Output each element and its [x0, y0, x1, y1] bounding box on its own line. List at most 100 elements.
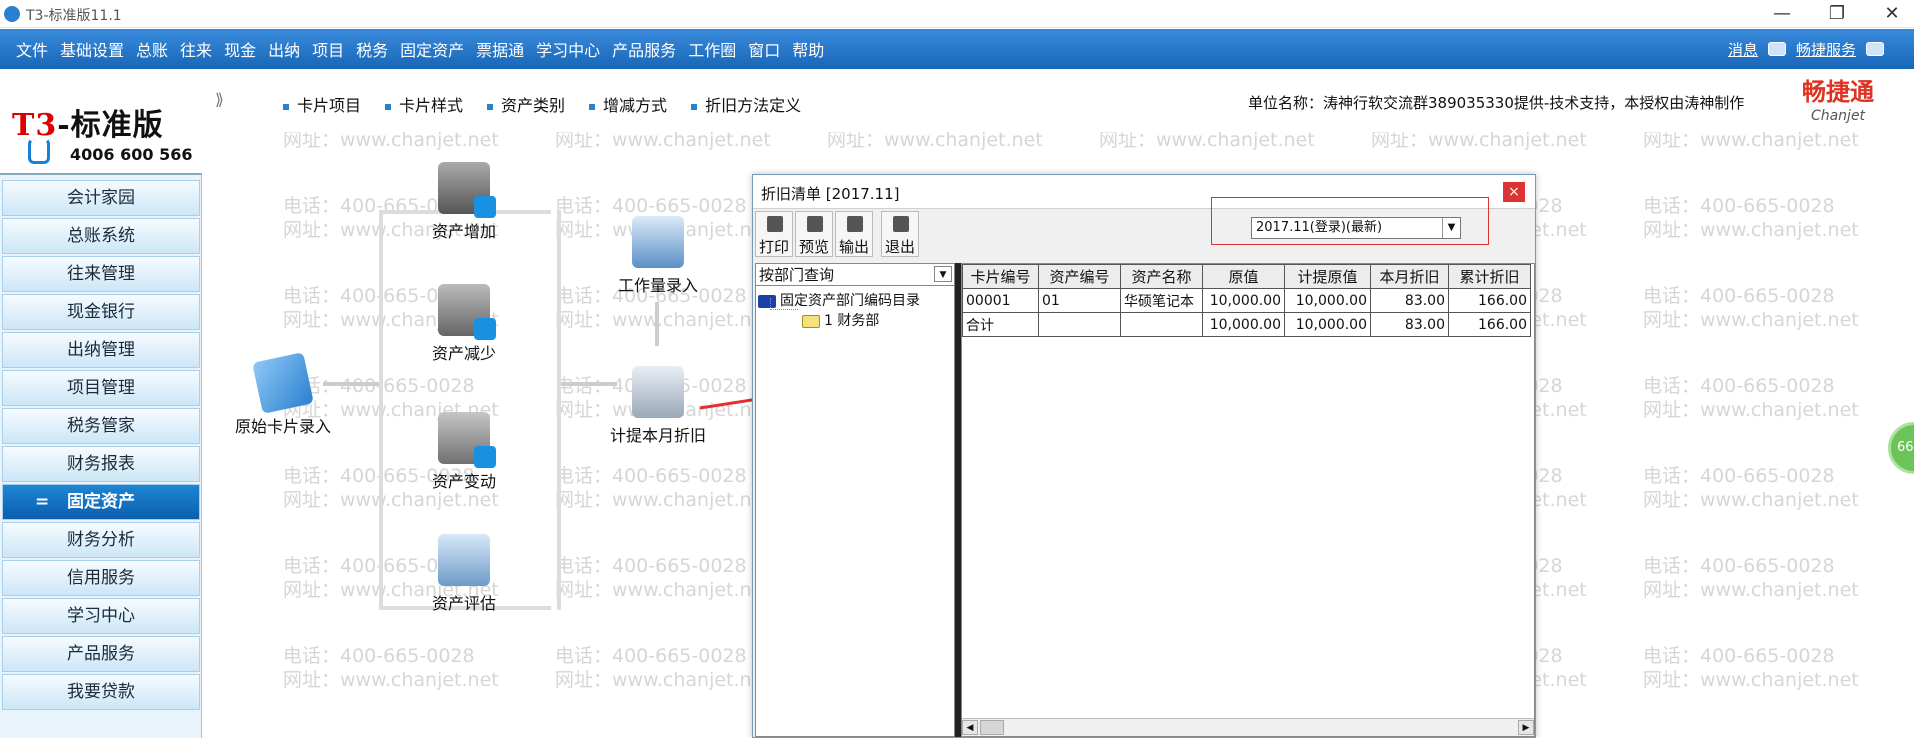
service-link[interactable]: 畅捷服务 — [1796, 39, 1856, 60]
link-card-items[interactable]: 卡片项目 — [283, 92, 361, 116]
cell[interactable]: 83.00 — [1370, 288, 1449, 313]
watermark-row: 网址：www.chanjet.net 网址：www.chanjet.net 网址：w… — [283, 132, 1914, 152]
query-select[interactable]: 按部门查询 ▼ — [756, 264, 954, 286]
menu-file[interactable]: 文件 — [16, 37, 48, 61]
watermark-text: 网址：www.chanjet.net — [283, 132, 499, 151]
print-button[interactable]: 打印 — [755, 211, 793, 257]
flow-asset-reduce[interactable]: 资产减少 — [409, 284, 519, 364]
cell[interactable]: 83.00 — [1370, 312, 1449, 337]
sidebar-item-credit[interactable]: 信用服务 — [2, 560, 200, 596]
cell[interactable]: 合计 — [962, 312, 1039, 337]
dialog-close-button[interactable]: × — [1503, 182, 1525, 202]
menu-products[interactable]: 产品服务 — [612, 37, 676, 61]
flow-asset-add[interactable]: 资产增加 — [409, 162, 519, 242]
sidebar-item-general-ledger[interactable]: 总账系统 — [2, 218, 200, 254]
watermark-text: 电话：400-665-0028 — [1643, 375, 1835, 397]
cell[interactable]: 10,000.00 — [1202, 288, 1285, 313]
menu-cashier[interactable]: 出纳 — [268, 37, 300, 61]
menu-cash[interactable]: 现金 — [224, 37, 256, 61]
tree-node-finance[interactable]: 1 财务部 — [802, 310, 879, 330]
work-entry-icon — [632, 216, 684, 268]
col-depreciable-value[interactable]: 计提原值 — [1284, 264, 1371, 289]
window-title: T3-标准版11.1 — [26, 8, 122, 24]
exit-button[interactable]: 退出 — [881, 211, 919, 257]
menu-window[interactable]: 窗口 — [748, 37, 780, 61]
flow-original-card[interactable]: 原始卡片录入 — [228, 352, 338, 437]
sidebar-item-accounting-home[interactable]: 会计家园 — [2, 180, 200, 216]
dialog-toolbar: 打印 预览 输出 退出 — [755, 211, 919, 257]
safe-reduce-icon — [438, 284, 496, 340]
col-asset-name[interactable]: 资产名称 — [1120, 264, 1203, 289]
col-original-value[interactable]: 原值 — [1202, 264, 1285, 289]
sidebar-item-loan[interactable]: 我要贷款 — [2, 674, 200, 710]
scroll-right-icon[interactable]: ▶ — [1518, 720, 1534, 735]
flow-work-entry[interactable]: 工作量录入 — [603, 216, 713, 296]
menu-general-ledger[interactable]: 总账 — [136, 37, 168, 61]
sidebar-item-fixed-assets[interactable]: = 固定资产 — [2, 484, 200, 520]
sidebar-item-tax[interactable]: 税务管家 — [2, 408, 200, 444]
sidebar-item-learning[interactable]: 学习中心 — [2, 598, 200, 634]
cell[interactable]: 166.00 — [1448, 312, 1531, 337]
scroll-left-icon[interactable]: ◀ — [962, 720, 978, 735]
minimize-button[interactable]: — — [1760, 2, 1804, 26]
link-asset-categories[interactable]: 资产类别 — [487, 92, 565, 116]
watermark-text: 网址：www.chanjet.net — [1371, 132, 1587, 151]
chevron-down-icon[interactable]: ▼ — [1442, 218, 1460, 238]
sidebar-item-analysis[interactable]: 财务分析 — [2, 522, 200, 558]
cell[interactable]: 10,000.00 — [1284, 312, 1371, 337]
menu-work-circle[interactable]: 工作圈 — [688, 37, 736, 61]
cell[interactable]: 00001 — [962, 288, 1039, 313]
message-link[interactable]: 消息 — [1728, 39, 1758, 60]
sidebar-item-receivables[interactable]: 往来管理 — [2, 256, 200, 292]
sidebar-item-reports[interactable]: 财务报表 — [2, 446, 200, 482]
link-depreciation-methods[interactable]: 折旧方法定义 — [691, 92, 801, 116]
menu-learning[interactable]: 学习中心 — [536, 37, 600, 61]
table-row[interactable]: 00001 01 华硕笔记本 10,000.00 10,000.00 83.00… — [962, 288, 1531, 313]
menu-project[interactable]: 项目 — [312, 37, 344, 61]
menu-basic-settings[interactable]: 基础设置 — [60, 37, 124, 61]
col-month-depreciation[interactable]: 本月折旧 — [1370, 264, 1449, 289]
watermark-text: 电话：400-665-0028 — [1643, 195, 1835, 217]
menu-fixed-assets[interactable]: 固定资产 — [400, 37, 464, 61]
chat-icon — [1767, 42, 1786, 56]
close-window-button[interactable]: ✕ — [1870, 2, 1914, 26]
menu-bills[interactable]: 票据通 — [476, 37, 524, 61]
cell[interactable]: 10,000.00 — [1202, 312, 1285, 337]
cell[interactable]: 10,000.00 — [1284, 288, 1371, 313]
table-total-row[interactable]: 合计 10,000.00 10,000.00 83.00 166.00 — [962, 312, 1531, 337]
cell[interactable] — [1120, 312, 1203, 337]
flow-asset-change[interactable]: 资产变动 — [409, 412, 519, 492]
chevron-down-icon[interactable]: ▼ — [934, 266, 952, 282]
cell[interactable]: 01 — [1038, 288, 1121, 313]
flow-asset-eval[interactable]: 资产评估 — [409, 534, 519, 614]
period-select[interactable]: 2017.11(登录)(最新) ▼ — [1251, 217, 1461, 239]
sidebar-item-products[interactable]: 产品服务 — [2, 636, 200, 672]
flow-monthly-depreciation[interactable]: 计提本月折旧 — [603, 366, 713, 446]
sidebar-item-cashier[interactable]: 出纳管理 — [2, 332, 200, 368]
col-card-no[interactable]: 卡片编号 — [962, 264, 1039, 289]
menu-tax[interactable]: 税务 — [356, 37, 388, 61]
cell[interactable]: 166.00 — [1448, 288, 1531, 313]
col-accumulated-depreciation[interactable]: 累计折旧 — [1448, 264, 1531, 289]
export-button[interactable]: 输出 — [835, 211, 873, 257]
expand-icon[interactable]: ⟫ — [215, 90, 224, 109]
watermark-text: 网址：www.chanjet.net — [1643, 399, 1859, 421]
link-card-styles[interactable]: 卡片样式 — [385, 92, 463, 116]
screen-icon[interactable] — [1866, 42, 1884, 56]
horizontal-scrollbar[interactable]: ◀ ▶ — [962, 718, 1534, 736]
scroll-thumb[interactable] — [980, 720, 1004, 735]
link-change-methods[interactable]: 增减方式 — [589, 92, 667, 116]
card-icon — [252, 352, 314, 414]
preview-button[interactable]: 预览 — [795, 211, 833, 257]
bracket-right — [551, 210, 561, 610]
depreciation-dialog: 折旧清单 [2017.11] × 打印 预览 输出 退出 2017.11(登录)… — [752, 174, 1536, 738]
watermark-text: 电话：400-665-0028 — [1643, 285, 1835, 307]
sidebar-item-cash-bank[interactable]: 现金银行 — [2, 294, 200, 330]
cell[interactable] — [1038, 312, 1121, 337]
menu-help[interactable]: 帮助 — [792, 37, 824, 61]
col-asset-no[interactable]: 资产编号 — [1038, 264, 1121, 289]
sidebar-item-project[interactable]: 项目管理 — [2, 370, 200, 406]
menu-receivables[interactable]: 往来 — [180, 37, 212, 61]
cell[interactable]: 华硕笔记本 — [1120, 288, 1203, 313]
restore-button[interactable]: ❐ — [1815, 2, 1859, 26]
